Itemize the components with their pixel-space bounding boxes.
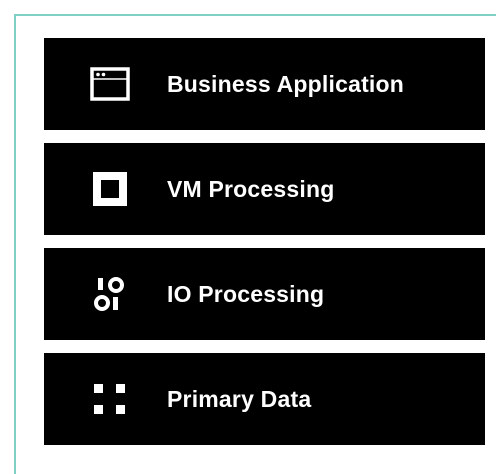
layer-io-processing: IO Processing [44, 248, 485, 340]
layer-vm-processing: VM Processing [44, 143, 485, 235]
layer-label: Primary Data [167, 385, 312, 412]
io-icon [90, 274, 130, 314]
layer-business-application: Business Application [44, 38, 485, 130]
layer-primary-data: Primary Data [44, 353, 485, 445]
layer-label: IO Processing [167, 280, 325, 307]
square-icon [90, 169, 130, 209]
app-window-icon [90, 64, 130, 104]
grid-icon [90, 379, 130, 419]
layer-label: VM Processing [167, 175, 335, 202]
layer-label: Business Application [167, 70, 405, 97]
layer-stack: Business Application VM Processing IO Pr… [44, 38, 485, 445]
